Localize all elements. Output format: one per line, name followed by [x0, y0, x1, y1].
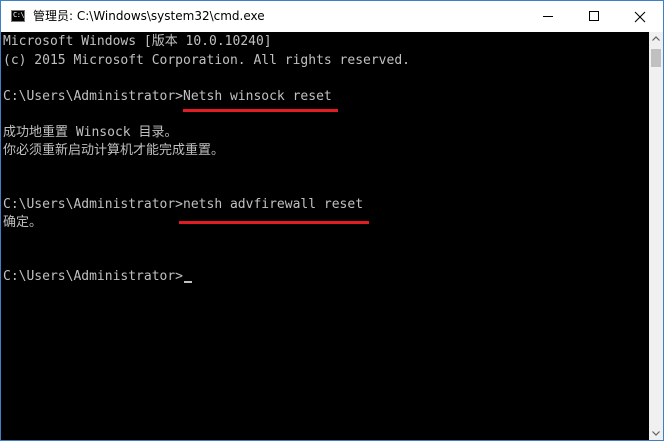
maximize-button[interactable] — [571, 1, 617, 32]
command-2: netsh advfirewall reset — [183, 197, 364, 212]
close-button[interactable] — [617, 1, 663, 32]
command-line-3: C:\Users\Administrator> — [3, 269, 193, 285]
minimize-icon — [543, 16, 553, 17]
command-1-underline — [183, 109, 338, 112]
cmd-icon[interactable]: C:\ — [11, 10, 25, 22]
cmd-icon-glyph: C:\ — [13, 11, 25, 19]
maximize-icon — [589, 11, 599, 21]
title-bar[interactable]: C:\ 管理员: C:\Windows\system32\cmd.exe — [1, 1, 663, 32]
prompt-1: C:\Users\Administrator> — [3, 89, 184, 104]
command-2-underline — [179, 221, 369, 224]
text-cursor — [184, 281, 193, 283]
command-line-1: C:\Users\Administrator>Netsh winsock res… — [3, 89, 332, 105]
output-2-line-1: 确定。 — [3, 215, 43, 230]
prompt-2: C:\Users\Administrator> — [3, 197, 184, 212]
output-1-line-1: 成功地重置 Winsock 目录。 — [3, 125, 178, 140]
console-output[interactable]: Microsoft Windows [版本 10.0.10240] (c) 20… — [1, 32, 649, 440]
close-icon — [634, 11, 646, 23]
prompt-3: C:\Users\Administrator> — [3, 269, 184, 284]
window-title: 管理员: C:\Windows\system32\cmd.exe — [33, 9, 265, 23]
command-line-2: C:\Users\Administrator>netsh advfirewall… — [3, 197, 363, 213]
banner-copyright-line: (c) 2015 Microsoft Corporation. All righ… — [3, 53, 410, 68]
command-1: Netsh winsock reset — [183, 89, 332, 104]
banner-version-line: Microsoft Windows [版本 10.0.10240] — [3, 34, 272, 49]
scroll-thumb[interactable] — [651, 49, 661, 67]
output-1-line-2: 你必须重新启动计算机才能完成重置。 — [3, 143, 225, 158]
cmd-window: C:\ 管理员: C:\Windows\system32\cmd.exe Mic… — [0, 0, 664, 441]
vertical-scrollbar[interactable] — [649, 32, 663, 440]
scroll-up-arrow-icon[interactable] — [649, 32, 663, 46]
minimize-button[interactable] — [525, 1, 571, 32]
scroll-down-arrow-icon[interactable] — [649, 426, 663, 440]
